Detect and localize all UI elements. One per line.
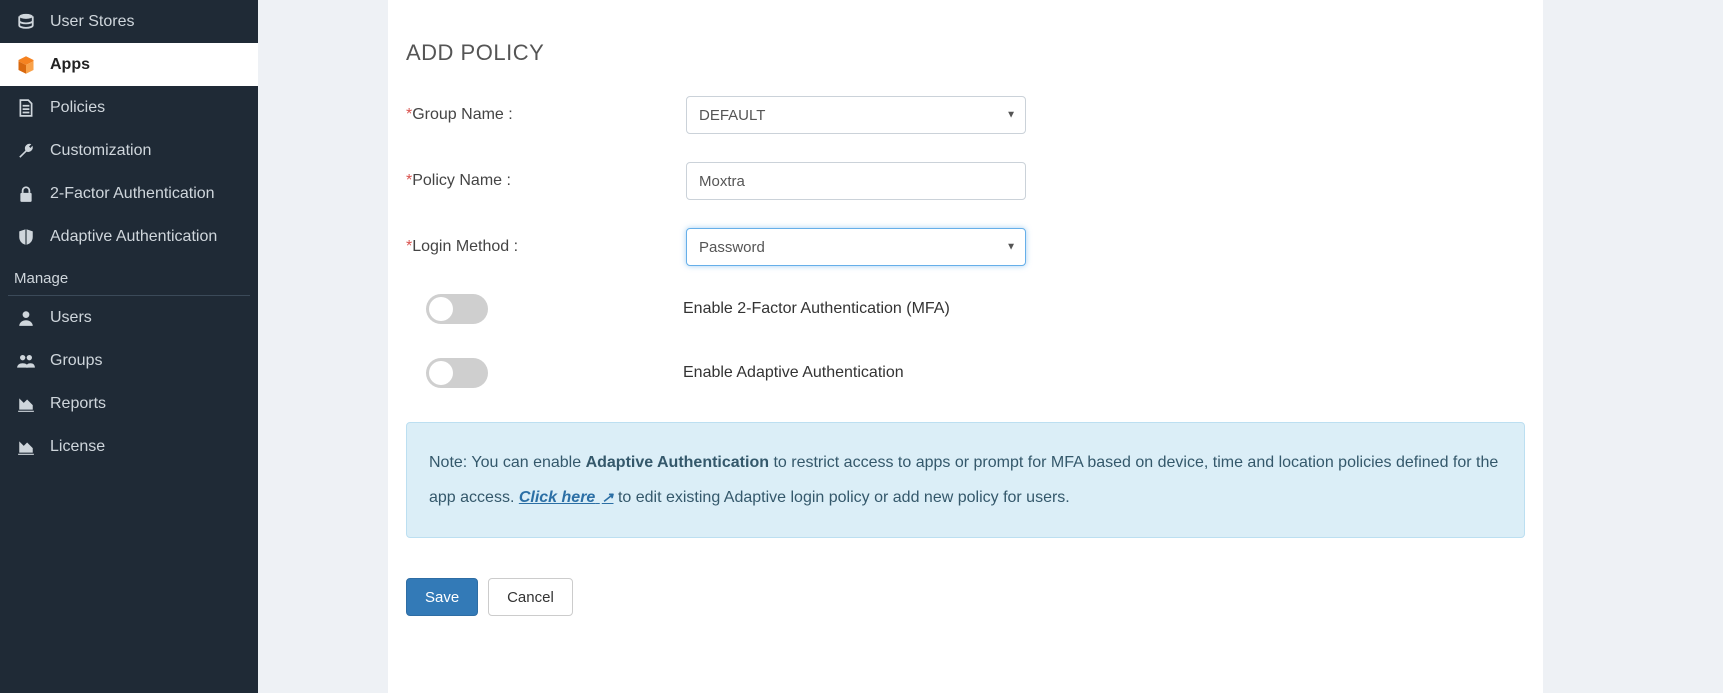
chart-icon xyxy=(14,439,38,455)
sidebar-item-label: License xyxy=(50,438,105,456)
button-row: Save Cancel xyxy=(406,578,1525,616)
save-button[interactable]: Save xyxy=(406,578,478,616)
policy-name-label: *Policy Name : xyxy=(406,172,686,190)
sidebar-item-label: User Stores xyxy=(50,13,134,31)
sidebar-item-2fa[interactable]: 2-Factor Authentication xyxy=(0,172,258,215)
sidebar-item-users[interactable]: Users xyxy=(0,296,258,339)
group-name-select[interactable]: DEFAULT xyxy=(686,96,1026,134)
enable-adaptive-label: Enable Adaptive Authentication xyxy=(683,364,904,382)
sidebar-item-label: Reports xyxy=(50,395,106,413)
note-bold: Adaptive Authentication xyxy=(586,454,769,471)
sidebar: User Stores Apps Policies Customization … xyxy=(0,0,258,693)
note-link[interactable]: Click here ↗ xyxy=(519,489,614,506)
note-box: Note: You can enable Adaptive Authentica… xyxy=(406,422,1525,538)
sidebar-item-apps[interactable]: Apps xyxy=(0,43,258,86)
sidebar-item-groups[interactable]: Groups xyxy=(0,339,258,382)
login-method-label: *Login Method : xyxy=(406,238,686,256)
database-icon xyxy=(14,13,38,31)
group-name-label: *Group Name : xyxy=(406,106,686,124)
sidebar-item-label: Groups xyxy=(50,352,102,370)
note-suffix: to edit existing Adaptive login policy o… xyxy=(614,489,1070,506)
user-icon xyxy=(14,309,38,327)
group-name-select-wrap: DEFAULT ▼ xyxy=(686,96,1026,134)
note-prefix: Note: You can enable xyxy=(429,454,586,471)
main-area: ADD POLICY *Group Name : DEFAULT ▼ *Poli… xyxy=(258,0,1723,693)
page-title: ADD POLICY xyxy=(406,40,1525,66)
sidebar-item-policies[interactable]: Policies xyxy=(0,86,258,129)
row-enable-adaptive: Enable Adaptive Authentication xyxy=(406,358,1525,388)
row-group-name: *Group Name : DEFAULT ▼ xyxy=(406,96,1525,134)
cube-icon xyxy=(14,55,38,75)
sidebar-section-manage: Manage xyxy=(0,258,258,295)
sidebar-item-label: Policies xyxy=(50,99,105,117)
group-icon xyxy=(14,352,38,370)
sidebar-item-user-stores[interactable]: User Stores xyxy=(0,0,258,43)
shield-icon xyxy=(14,228,38,246)
note-link-text: Click here xyxy=(519,489,595,506)
enable-mfa-label: Enable 2-Factor Authentication (MFA) xyxy=(683,300,950,318)
wrench-icon xyxy=(14,142,38,160)
chart-icon xyxy=(14,396,38,412)
document-icon xyxy=(14,99,38,117)
sidebar-item-customization[interactable]: Customization xyxy=(0,129,258,172)
sidebar-item-reports[interactable]: Reports xyxy=(0,382,258,425)
sidebar-item-label: Users xyxy=(50,309,92,327)
group-name-label-text: Group Name : xyxy=(412,106,512,123)
login-method-label-text: Login Method : xyxy=(412,238,518,255)
cancel-button[interactable]: Cancel xyxy=(488,578,573,616)
login-method-select-wrap: Password ▼ xyxy=(686,228,1026,266)
row-enable-mfa: Enable 2-Factor Authentication (MFA) xyxy=(406,294,1525,324)
content-panel: ADD POLICY *Group Name : DEFAULT ▼ *Poli… xyxy=(388,0,1543,693)
sidebar-item-label: 2-Factor Authentication xyxy=(50,185,215,203)
lock-icon xyxy=(14,185,38,203)
enable-mfa-toggle[interactable] xyxy=(426,294,488,324)
policy-name-label-text: Policy Name : xyxy=(412,172,511,189)
row-login-method: *Login Method : Password ▼ xyxy=(406,228,1525,266)
sidebar-item-adaptive-auth[interactable]: Adaptive Authentication xyxy=(0,215,258,258)
login-method-select[interactable]: Password xyxy=(686,228,1026,266)
external-link-icon: ↗ xyxy=(602,489,614,505)
policy-name-input[interactable] xyxy=(686,162,1026,200)
sidebar-item-label: Customization xyxy=(50,142,151,160)
row-policy-name: *Policy Name : xyxy=(406,162,1525,200)
sidebar-item-license[interactable]: License xyxy=(0,425,258,468)
sidebar-item-label: Apps xyxy=(50,56,90,74)
enable-adaptive-toggle[interactable] xyxy=(426,358,488,388)
sidebar-item-label: Adaptive Authentication xyxy=(50,228,217,246)
